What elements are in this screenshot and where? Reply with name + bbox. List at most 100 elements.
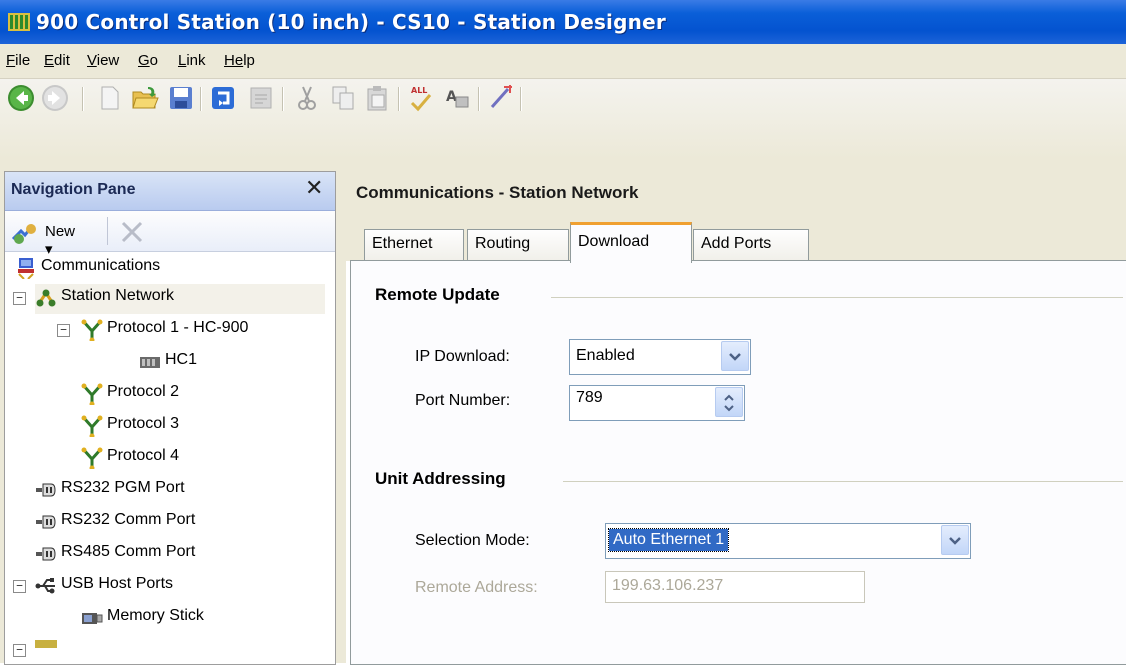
menu-bar: File Edit View Go Link Help [0, 44, 1126, 79]
selection-mode-value: Auto Ethernet 1 [607, 528, 730, 552]
port-number-spinner[interactable]: 789 [569, 385, 745, 421]
dropdown-button[interactable] [721, 341, 749, 371]
main-toolbar: ALL A [0, 79, 1126, 159]
title-bar[interactable]: 900 Control Station (10 inch) - CS10 - S… [0, 0, 1126, 44]
tree-item-label: RS232 Comm Port [61, 511, 196, 528]
content-header: Communications - Station Network [346, 171, 1126, 215]
new-button-label: New ▾ [45, 223, 76, 258]
tree-item-label: Communications [41, 257, 161, 274]
menu-edit[interactable]: Edit [44, 52, 70, 69]
group-divider [551, 297, 1123, 298]
menu-link-rest: ink [186, 52, 206, 69]
open-folder-icon[interactable] [130, 83, 160, 113]
tree-item-memory-stick[interactable]: Memory Stick [81, 604, 321, 634]
tree-item-label: Memory Stick [107, 607, 204, 624]
tab-strip: Ethernet Routing Download Add Ports [346, 215, 1126, 263]
menu-go-rest: o [149, 52, 159, 69]
new-file-icon[interactable] [94, 83, 124, 113]
folder-icon [35, 640, 57, 648]
tab-routing[interactable]: Routing [467, 229, 569, 260]
serial-port-icon [36, 515, 56, 529]
copy-icon[interactable] [328, 83, 358, 113]
remote-address-field: 199.63.106.237 [605, 571, 865, 603]
selection-mode-select[interactable]: Auto Ethernet 1 [605, 523, 971, 559]
page-icon[interactable] [246, 83, 276, 113]
tree-item-station-network[interactable]: Station Network [35, 284, 325, 314]
content-pane: Communications - Station Network Etherne… [346, 171, 1126, 665]
app-icon [8, 13, 30, 31]
usb-icon [35, 578, 55, 594]
tree-item-protocol-4[interactable]: Protocol 4 [81, 444, 321, 474]
menu-file-rest: ile [15, 52, 31, 69]
new-item-icon [11, 224, 36, 244]
menu-link[interactable]: Link [178, 52, 206, 69]
menu-help[interactable]: Help [224, 52, 255, 69]
page-title: Communications - Station Network [356, 183, 639, 202]
spinner-icon [724, 394, 734, 412]
collapse-icon[interactable]: − [13, 292, 26, 305]
svg-text:A: A [446, 89, 457, 105]
dropdown-button[interactable] [941, 525, 969, 555]
close-icon[interactable]: ✕ [305, 176, 323, 201]
restore-icon[interactable] [208, 83, 238, 113]
menu-go[interactable]: Go [138, 52, 158, 69]
toolbar-separator [478, 87, 480, 111]
toolbar-separator [398, 87, 400, 111]
protocol-icon [81, 383, 103, 405]
chevron-down-icon [949, 537, 961, 545]
wand-icon[interactable] [486, 83, 516, 113]
menu-file[interactable]: File [6, 52, 30, 69]
menu-view-accel: V [87, 52, 97, 69]
expand-icon[interactable]: − [13, 644, 26, 657]
protocol-icon [81, 415, 103, 437]
tree-item-rs232-comm-port[interactable]: RS232 Comm Port [35, 508, 325, 538]
back-icon[interactable] [6, 83, 36, 113]
menu-view[interactable]: View [87, 52, 119, 69]
delete-icon[interactable] [119, 219, 145, 245]
toolbar-separator [82, 87, 84, 111]
menu-edit-accel: E [44, 52, 55, 69]
tree-item-protocol-2[interactable]: Protocol 2 [81, 380, 321, 410]
tree-item-label: Protocol 2 [107, 383, 180, 400]
network-icon [36, 289, 56, 307]
serial-port-icon [36, 483, 56, 497]
selection-mode-label: Selection Mode: [415, 532, 530, 549]
nav-toolbar-separator [107, 217, 108, 245]
tree-item-usb-host-ports[interactable]: USB Host Ports [35, 572, 325, 602]
tree-item-label: Station Network [61, 287, 174, 304]
tree-item-label: RS232 PGM Port [61, 479, 185, 496]
toolbar-separator [200, 87, 202, 111]
tree-item-rs232-pgm-port[interactable]: RS232 PGM Port [35, 476, 325, 506]
paste-icon[interactable] [362, 83, 392, 113]
remote-update-heading: Remote Update [375, 285, 500, 304]
forward-icon[interactable] [40, 83, 70, 113]
collapse-icon[interactable]: − [13, 580, 26, 593]
protocol-icon [81, 319, 103, 341]
menu-go-accel: G [138, 52, 150, 69]
menu-help-accel: He [224, 52, 244, 69]
collapse-icon[interactable]: − [57, 324, 70, 337]
ip-download-select[interactable]: Enabled [569, 339, 751, 375]
tree-item-label: Protocol 1 - HC-900 [107, 319, 249, 336]
spell-check-all-icon[interactable]: ALL [406, 83, 436, 113]
memory-stick-icon [82, 613, 103, 624]
tab-ethernet[interactable]: Ethernet [364, 229, 464, 260]
tree-item-protocol-1[interactable]: Protocol 1 - HC-900 [81, 316, 331, 346]
tree-item-rs485-comm-port[interactable]: RS485 Comm Port [35, 540, 325, 570]
tab-add-ports[interactable]: Add Ports [693, 229, 809, 260]
save-icon[interactable] [166, 83, 196, 113]
unit-addressing-heading: Unit Addressing [375, 469, 506, 488]
spinner-buttons[interactable] [715, 387, 743, 417]
find-icon[interactable]: A [442, 83, 472, 113]
tree-item-protocol-3[interactable]: Protocol 3 [81, 412, 321, 442]
tree-item-label: Protocol 3 [107, 415, 180, 432]
chevron-down-icon [729, 353, 741, 361]
group-divider [563, 481, 1123, 482]
tree-item-hc1[interactable]: HC1 [139, 348, 319, 378]
serial-port-icon [36, 547, 56, 561]
ip-download-value: Enabled [576, 347, 635, 364]
tree-item-communications[interactable]: Communications [15, 254, 325, 284]
tab-download[interactable]: Download [570, 222, 692, 263]
navigation-pane-header: Navigation Pane ✕ [5, 172, 335, 211]
cut-icon[interactable] [292, 83, 322, 113]
